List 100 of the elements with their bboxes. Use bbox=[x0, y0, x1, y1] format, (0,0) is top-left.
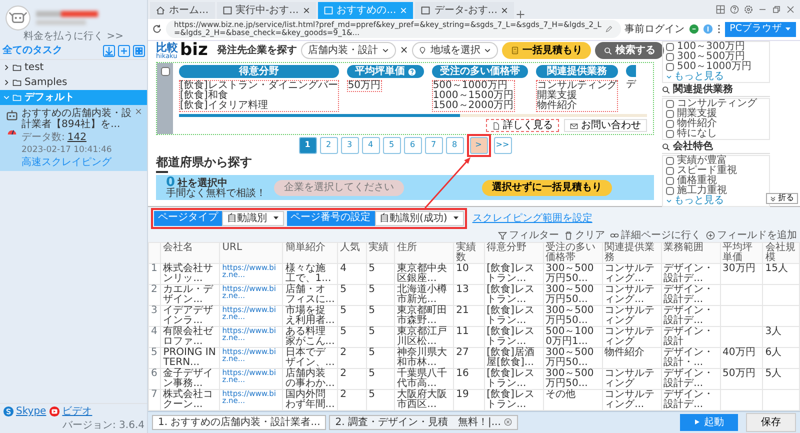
help-icon[interactable] bbox=[730, 4, 739, 14]
details-button[interactable]: 詳しく見る bbox=[486, 119, 559, 132]
filter-checkbox[interactable] bbox=[666, 42, 674, 51]
link-action[interactable]: 詳細ページに行く bbox=[610, 230, 701, 241]
filter-checkbox[interactable] bbox=[666, 130, 674, 138]
video-link[interactable]: ビデオ bbox=[62, 406, 92, 417]
filter-option[interactable]: 物件紹介 bbox=[677, 118, 717, 129]
quote-button[interactable]: 一括見積もり bbox=[502, 42, 592, 60]
task-card[interactable]: おすすめの店舗内装・設計業者【894社】を... データ数: 142 2023-02-17 10:41:46 高速スクレイピング bbox=[0, 105, 147, 171]
search-button[interactable]: 検索する bbox=[595, 42, 664, 60]
column-header[interactable]: 業務範囲 bbox=[661, 242, 720, 264]
filter-option[interactable]: スピード重視 bbox=[677, 166, 737, 176]
new-tab-icon[interactable] bbox=[516, 10, 526, 19]
filter-checkbox[interactable] bbox=[666, 110, 674, 118]
page-button[interactable]: 5 bbox=[382, 137, 400, 154]
column-header[interactable]: 会社名 bbox=[160, 242, 220, 264]
page-button[interactable]: 1 bbox=[298, 137, 316, 154]
add-icon[interactable] bbox=[118, 44, 130, 56]
restore-icon[interactable] bbox=[772, 4, 781, 14]
extension-icon[interactable] bbox=[702, 24, 713, 34]
filter-checkbox[interactable] bbox=[666, 100, 674, 108]
column-header[interactable]: URL bbox=[220, 242, 283, 264]
fold-button[interactable]: 折る bbox=[766, 193, 798, 204]
close-icon[interactable] bbox=[135, 108, 142, 114]
close-icon[interactable] bbox=[302, 6, 310, 14]
browser-tab[interactable]: ホーム... bbox=[150, 2, 215, 19]
page-type-select[interactable]: 自動識別 bbox=[222, 210, 284, 226]
filter-option[interactable]: 実績が豊富 bbox=[677, 156, 727, 166]
filter-option[interactable]: コンサルティング bbox=[677, 98, 757, 109]
column-header[interactable]: 実績 bbox=[366, 242, 395, 264]
skype-link[interactable]: Skype bbox=[16, 406, 46, 417]
page-button[interactable]: 4 bbox=[362, 137, 380, 154]
bulk-quote-button[interactable]: 選択せずに一括見積もり bbox=[482, 180, 612, 196]
reload-icon[interactable] bbox=[152, 24, 162, 34]
inquiry-button[interactable]: お問い合わせ bbox=[564, 119, 647, 132]
filter-option[interactable]: 価格重視 bbox=[677, 176, 717, 186]
page-button[interactable]: >> bbox=[494, 137, 512, 154]
extension-icon[interactable] bbox=[688, 24, 699, 34]
filter-checkbox[interactable] bbox=[666, 176, 674, 185]
add-action[interactable]: フィールドを追加 bbox=[706, 230, 797, 241]
grid-icon[interactable] bbox=[132, 44, 144, 56]
column-header[interactable]: 住所 bbox=[394, 242, 454, 264]
filter-option[interactable]: 施工力重視 bbox=[677, 186, 727, 196]
category-select[interactable]: 店舗内装・設計 bbox=[300, 42, 396, 60]
show-more-link[interactable]: もっと見る bbox=[666, 196, 766, 206]
table-cell: 50万円 bbox=[720, 368, 763, 390]
data-count-link[interactable]: 142 bbox=[67, 132, 86, 143]
select-checkbox[interactable] bbox=[160, 67, 170, 76]
filter-checkbox[interactable] bbox=[666, 156, 674, 165]
chevron-icon[interactable] bbox=[2, 79, 10, 86]
folder-row[interactable]: Samples bbox=[0, 75, 147, 90]
filter-action[interactable]: フィルター bbox=[498, 230, 559, 241]
column-header[interactable]: 実績数 bbox=[454, 242, 484, 264]
download-icon[interactable] bbox=[102, 44, 114, 56]
filter-checkbox[interactable] bbox=[666, 120, 674, 128]
filter-option[interactable]: 100～300万円 bbox=[677, 42, 746, 52]
region-select[interactable]: 地域を選択 bbox=[412, 42, 498, 60]
column-header[interactable]: 会社規模 bbox=[762, 242, 800, 264]
close-icon[interactable] bbox=[786, 4, 795, 14]
column-header[interactable]: 簡単紹介 bbox=[282, 242, 338, 264]
tag-value: 物件紹介 bbox=[536, 101, 578, 112]
chevron-icon[interactable] bbox=[2, 64, 10, 71]
close-icon[interactable] bbox=[504, 418, 512, 426]
grid-icon[interactable] bbox=[716, 4, 725, 14]
trash-action[interactable]: クリア bbox=[564, 230, 605, 241]
filter-checkbox[interactable] bbox=[666, 186, 674, 195]
save-button[interactable]: 保存 bbox=[746, 412, 796, 432]
filter-checkbox[interactable] bbox=[666, 62, 674, 71]
edit-icon[interactable] bbox=[604, 25, 613, 34]
table-cell: 5 bbox=[366, 305, 395, 326]
filter-checkbox[interactable] bbox=[666, 166, 674, 175]
close-icon[interactable] bbox=[501, 6, 508, 14]
pay-link[interactable]: 料金を払うに行く >> bbox=[24, 31, 124, 42]
column-header[interactable]: 関連提供業務 bbox=[602, 242, 662, 264]
task-tab[interactable]: 1. おすすめの店舗内装・設計業者... bbox=[152, 414, 326, 430]
skype-icon[interactable] bbox=[2, 406, 14, 417]
browser-tab[interactable]: 実行中-おす... bbox=[216, 2, 316, 19]
filter-option[interactable]: 300～500万円 bbox=[677, 52, 746, 62]
show-more-link[interactable]: もっと見る bbox=[666, 72, 766, 82]
filter-option[interactable]: 開業支援 bbox=[677, 108, 717, 119]
settings-icon[interactable] bbox=[744, 4, 753, 14]
video-icon[interactable] bbox=[48, 406, 60, 417]
page-button[interactable]: 3 bbox=[340, 137, 358, 154]
browser-tab[interactable]: データ-おす... bbox=[415, 2, 514, 19]
page-button[interactable]: 7 bbox=[424, 137, 442, 154]
filter-option[interactable]: 500～1000万円 bbox=[677, 62, 752, 72]
column-header[interactable]: 得意分野 bbox=[484, 242, 544, 264]
more-icon[interactable] bbox=[716, 24, 721, 34]
column-header[interactable]: 受注の多い価格帯 bbox=[543, 242, 602, 264]
filter-checkbox[interactable] bbox=[666, 52, 674, 61]
page-button[interactable]: 6 bbox=[404, 137, 422, 154]
folder-row[interactable]: test bbox=[0, 60, 147, 75]
filter-option[interactable]: 特になし bbox=[677, 128, 717, 139]
pre-login-link[interactable]: 事前ログイン bbox=[624, 24, 685, 35]
column-header[interactable]: 平均坪単価 bbox=[720, 242, 763, 264]
task-tab[interactable]: 2. 調査・デザイン・見積 無料！|... bbox=[329, 414, 518, 430]
page-button[interactable]: 8 bbox=[446, 137, 464, 154]
column-header[interactable]: 人気 bbox=[338, 242, 366, 264]
page-button[interactable]: 2 bbox=[320, 137, 338, 154]
page-number-select[interactable]: 自動識別(成功) bbox=[374, 210, 464, 226]
